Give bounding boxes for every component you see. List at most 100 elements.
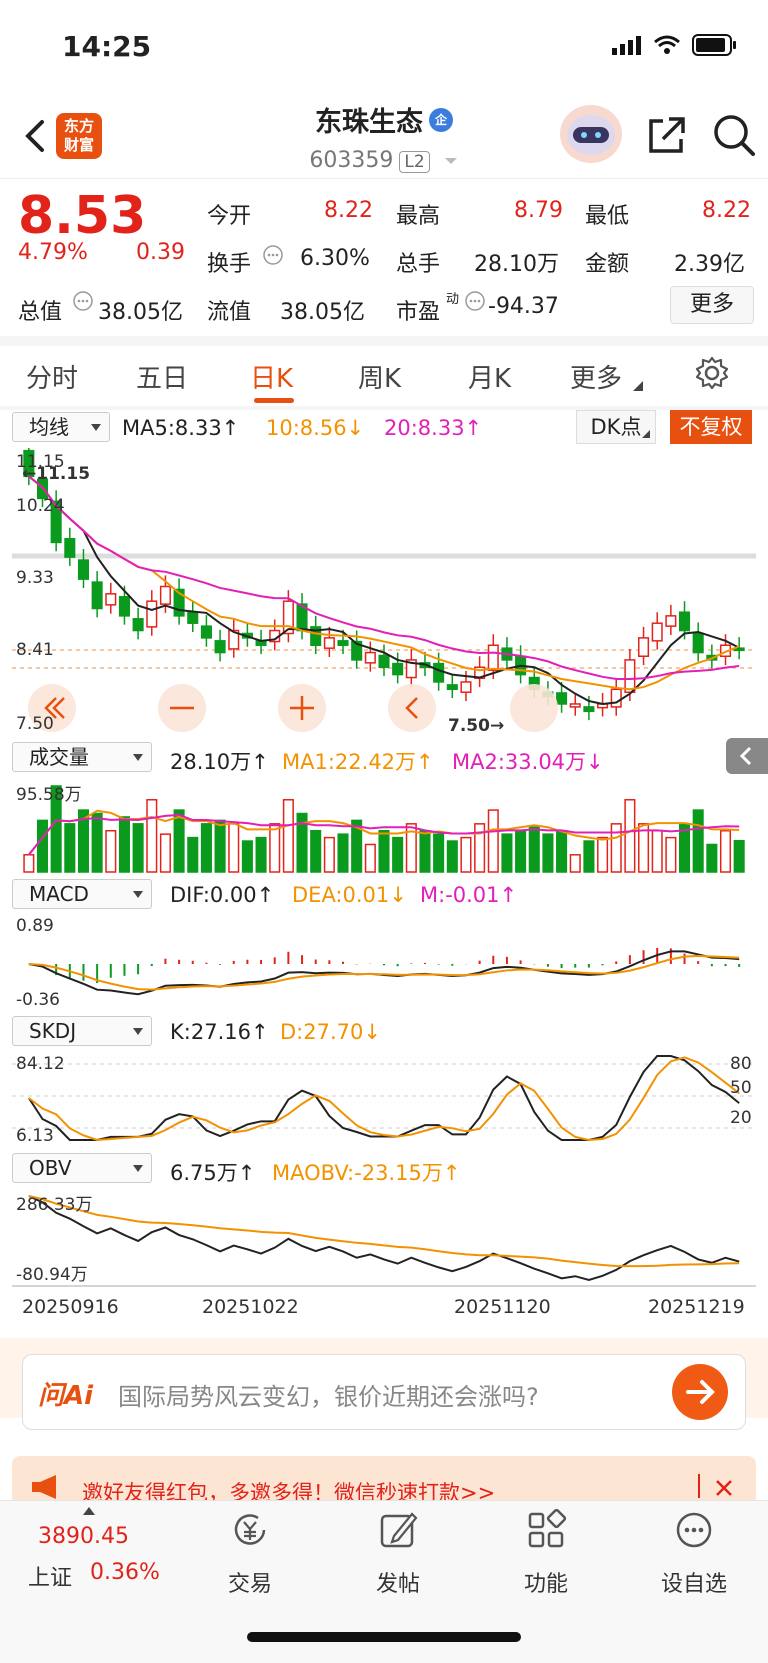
open-label: 今开 bbox=[207, 204, 252, 229]
nav-trade[interactable]: 交易 bbox=[190, 1508, 310, 1598]
gear-icon[interactable] bbox=[695, 356, 729, 390]
volume-bar bbox=[187, 836, 199, 873]
volume-bar bbox=[542, 833, 554, 873]
candle bbox=[323, 637, 335, 649]
volume-bar bbox=[132, 823, 144, 873]
date-label: 20251219 bbox=[648, 1296, 745, 1318]
tab-daily-k[interactable]: 日K bbox=[250, 358, 293, 395]
y-label-3: 9.33 bbox=[16, 568, 54, 588]
macd-dif: DIF:0.00↑ bbox=[170, 883, 275, 907]
kline-indicator-label: 均线 bbox=[29, 415, 69, 439]
macd-y-min: -0.36 bbox=[16, 990, 60, 1010]
scroll-right-button[interactable] bbox=[510, 684, 558, 732]
ai-question[interactable]: 国际局势风云变幻，银价近期还会涨吗? bbox=[118, 1377, 539, 1412]
level-badge: L2 bbox=[399, 151, 430, 173]
skdj-d: D:27.70↓ bbox=[280, 1020, 381, 1044]
arrow-right-icon bbox=[686, 1380, 715, 1404]
kline-chart[interactable] bbox=[12, 448, 756, 736]
volume-bar bbox=[337, 833, 349, 873]
kline-indicator-select[interactable]: 均线 bbox=[12, 412, 110, 442]
tab-intraday[interactable]: 分时 bbox=[26, 358, 78, 395]
date-label: 20251022 bbox=[202, 1296, 299, 1318]
scroll-left-button[interactable] bbox=[388, 684, 436, 732]
info-icon[interactable] bbox=[72, 290, 94, 312]
skdj-indicator-label: SKDJ bbox=[29, 1019, 77, 1043]
volume-ma2: MA2:33.04万↓ bbox=[452, 750, 604, 774]
volume-bar bbox=[528, 826, 540, 873]
nav-trade-label: 交易 bbox=[227, 1572, 272, 1597]
candle bbox=[105, 593, 117, 606]
skdj-y-min: 6.13 bbox=[16, 1126, 54, 1146]
no-adjust-button[interactable]: 不复权 bbox=[670, 410, 752, 444]
info-icon[interactable] bbox=[464, 290, 486, 312]
index-value[interactable]: 3890.45 bbox=[38, 1524, 129, 1549]
megaphone-icon bbox=[32, 1475, 56, 1499]
candle bbox=[159, 585, 171, 605]
tab-five-day[interactable]: 五日 bbox=[136, 358, 188, 395]
volume-bar bbox=[665, 836, 677, 873]
volume-bar bbox=[733, 839, 745, 873]
last-price: 8.53 bbox=[18, 186, 147, 246]
high-marker: ←11.15 bbox=[22, 464, 91, 484]
candle bbox=[392, 662, 404, 676]
share-icon[interactable] bbox=[647, 115, 687, 155]
y-min-label: 7.50 bbox=[16, 714, 54, 734]
candle bbox=[64, 538, 76, 558]
more-triangle-icon bbox=[633, 381, 643, 391]
volume-bar bbox=[310, 829, 322, 873]
candle bbox=[364, 651, 376, 664]
volume-bar bbox=[583, 840, 595, 873]
edit-icon bbox=[380, 1512, 418, 1548]
macd-indicator-select[interactable]: MACD bbox=[12, 879, 152, 909]
high-value: 8.79 bbox=[514, 198, 563, 223]
skdj-indicator-select[interactable]: SKDJ bbox=[12, 1016, 152, 1046]
stock-code: 603359 bbox=[309, 148, 394, 173]
candle bbox=[91, 581, 103, 610]
volume-value: 28.10万↑ bbox=[170, 750, 269, 774]
volume-bar bbox=[433, 833, 445, 873]
candle bbox=[132, 618, 144, 632]
more-button[interactable]: 更多 bbox=[670, 286, 754, 324]
ai-robot-avatar[interactable] bbox=[560, 105, 622, 163]
obv-indicator-label: OBV bbox=[29, 1156, 72, 1180]
obv-maobv: MAOBV:-23.15万↑ bbox=[272, 1161, 461, 1185]
change-pct: 4.79% bbox=[18, 240, 88, 265]
tab-monthly-k[interactable]: 月K bbox=[468, 358, 511, 395]
ai-logo: 问Ai bbox=[38, 1381, 94, 1411]
y-label-2: 10.24 bbox=[16, 496, 65, 516]
collapse-panel-button[interactable] bbox=[726, 738, 768, 774]
date-label: 20251120 bbox=[454, 1296, 551, 1318]
volume-bar bbox=[692, 809, 704, 873]
nav-post[interactable]: 发帖 bbox=[338, 1508, 458, 1598]
candle bbox=[651, 622, 663, 642]
open-value: 8.22 bbox=[324, 198, 373, 223]
low-value: 8.22 bbox=[702, 198, 751, 223]
close-icon[interactable] bbox=[714, 1478, 734, 1498]
skdj-ref-50: 50 bbox=[730, 1078, 752, 1098]
signal-icon bbox=[612, 36, 641, 55]
volume-bar bbox=[105, 829, 117, 873]
volume-bar bbox=[91, 812, 103, 873]
volume-bar bbox=[173, 809, 185, 873]
tab-weekly-k[interactable]: 周K bbox=[358, 358, 401, 395]
nav-functions[interactable]: 功能 bbox=[486, 1508, 606, 1598]
ai-go-button[interactable] bbox=[672, 1364, 728, 1420]
header-divider bbox=[0, 178, 768, 179]
pe-sup: 动 bbox=[446, 292, 460, 307]
volume-bar bbox=[323, 836, 335, 873]
obv-indicator-select[interactable]: OBV bbox=[12, 1153, 152, 1183]
volume-indicator-select[interactable]: 成交量 bbox=[12, 742, 152, 772]
nav-add-watchlist[interactable]: 设自选 bbox=[634, 1508, 754, 1598]
stock-name: 东珠生态 bbox=[315, 107, 423, 138]
search-icon[interactable] bbox=[712, 113, 756, 157]
volume-bar bbox=[610, 823, 622, 873]
candle bbox=[146, 600, 158, 628]
info-icon[interactable] bbox=[262, 244, 284, 266]
volume-bar bbox=[159, 833, 171, 873]
dk-point-button[interactable]: DK点 bbox=[576, 410, 656, 444]
volume-bar bbox=[228, 823, 240, 873]
tab-more[interactable]: 更多 bbox=[570, 358, 622, 395]
candle bbox=[610, 688, 622, 708]
volume-bar bbox=[241, 840, 253, 873]
volume-bar bbox=[200, 823, 212, 873]
